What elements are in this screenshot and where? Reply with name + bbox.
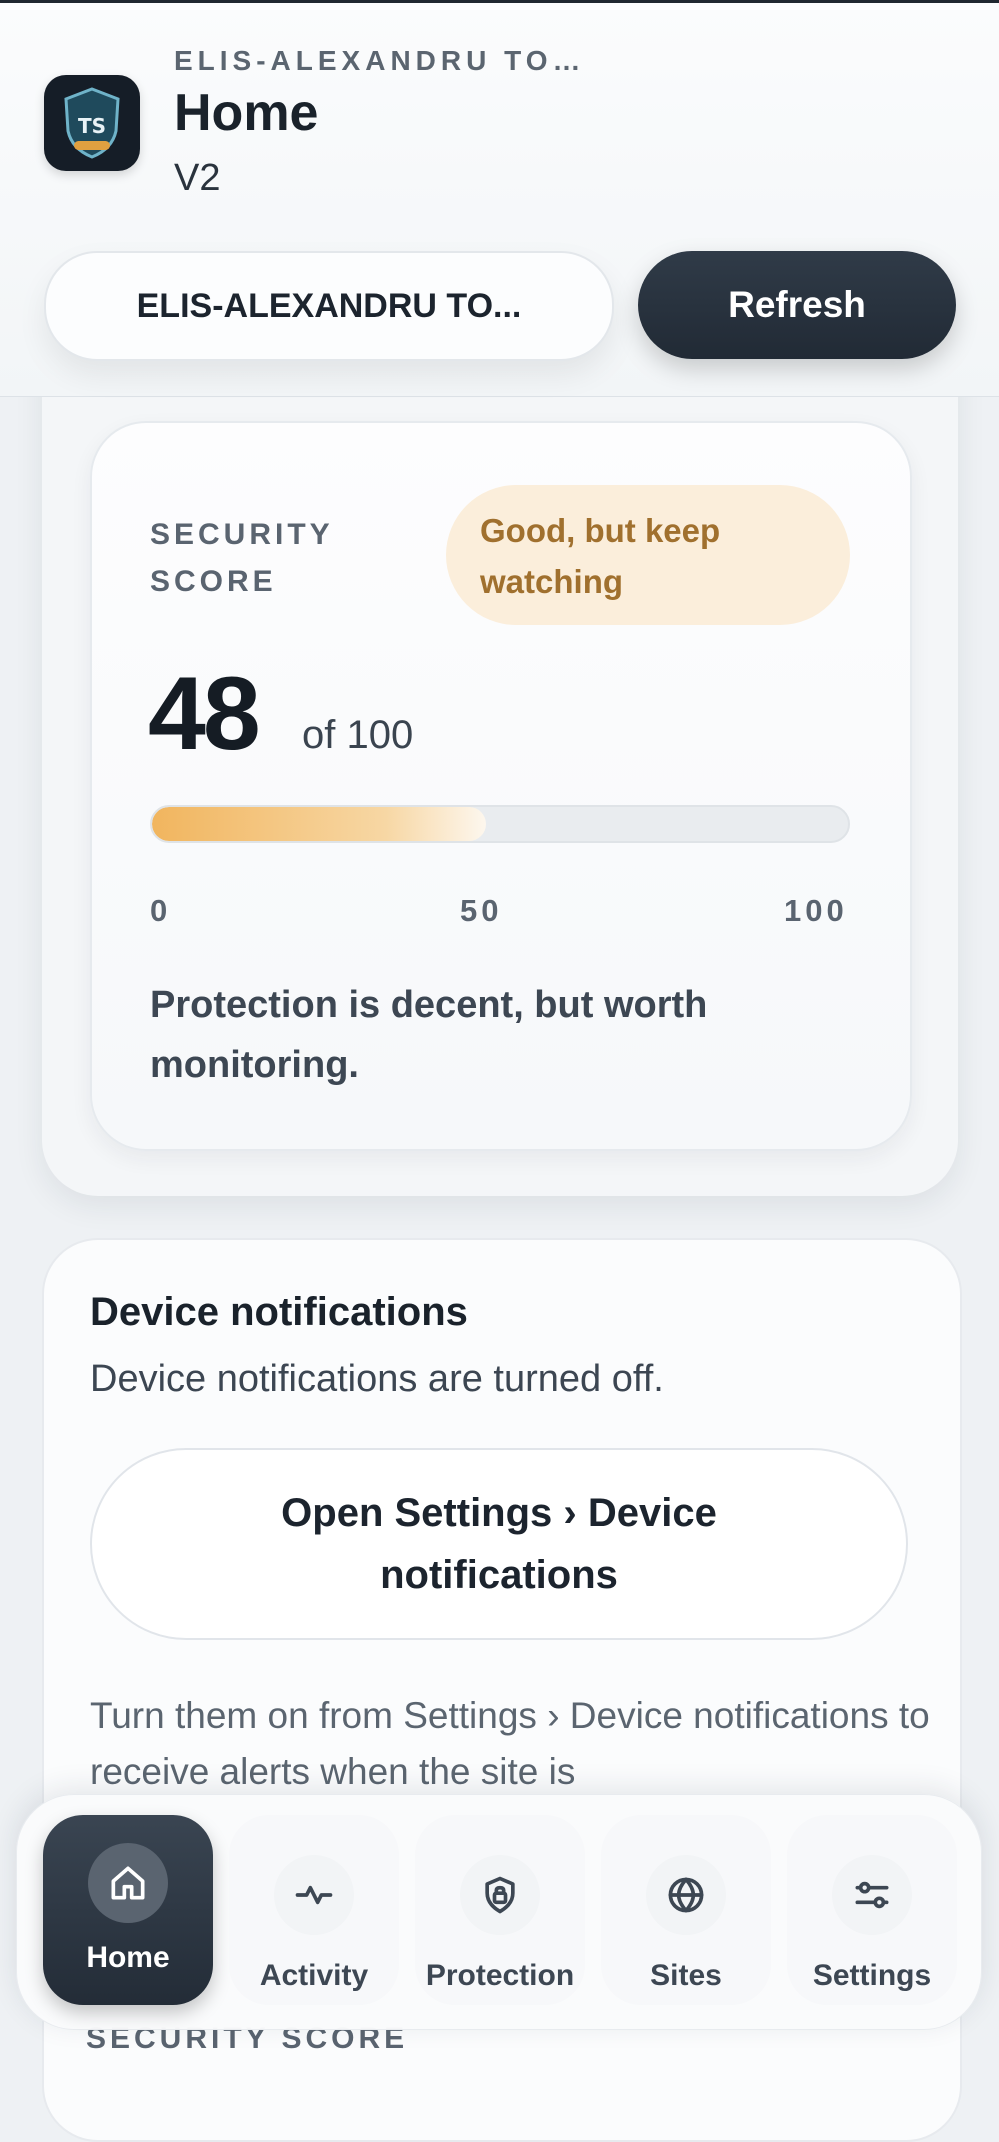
nav-item-activity[interactable]: Activity xyxy=(229,1815,399,2005)
account-name: ELIS-ALEXANDRU TO… xyxy=(174,45,586,76)
bottom-navigation: Home Activity Protection Sites Settings xyxy=(16,1794,982,2030)
version-label: V2 xyxy=(174,157,221,199)
score-max: of 100 xyxy=(302,713,414,757)
status-badge: Good, but keep watching xyxy=(446,485,850,625)
score-progress-bar xyxy=(150,805,850,843)
open-notification-settings-button[interactable]: Open Settings › Device notifications xyxy=(90,1448,908,1640)
page-title: Home xyxy=(174,84,319,142)
notifications-title: Device notifications xyxy=(90,1290,468,1334)
nav-item-sites[interactable]: Sites xyxy=(601,1815,771,2005)
nav-label-settings: Settings xyxy=(812,1959,932,1992)
notifications-status: Device notifications are turned off. xyxy=(90,1358,664,1400)
score-progress-fill xyxy=(152,807,487,841)
nav-label-home: Home xyxy=(86,1941,170,1974)
security-score-card: SECURITY SCORE Good, but keep watching 4… xyxy=(90,421,912,1151)
sliders-icon xyxy=(832,1855,912,1935)
progress-tick-max: 100 xyxy=(784,893,848,928)
score-label: SECURITY SCORE xyxy=(150,518,334,598)
globe-icon xyxy=(646,1855,726,1935)
score-description: Protection is decent, but worth monitori… xyxy=(150,984,708,1086)
nav-label-protection: Protection xyxy=(425,1959,575,1992)
nav-item-home[interactable]: Home xyxy=(43,1815,213,2005)
progress-tick-mid: 50 xyxy=(460,893,503,928)
activity-icon xyxy=(274,1855,354,1935)
shield-logo-icon: TS xyxy=(64,87,120,159)
notifications-hint: Turn them on from Settings › Device noti… xyxy=(90,1695,930,1792)
nav-item-protection[interactable]: Protection xyxy=(415,1815,585,2005)
svg-text:TS: TS xyxy=(78,114,106,138)
score-value: 48 xyxy=(148,656,261,772)
profile-selector-button[interactable]: ELIS-ALEXANDRU TO... xyxy=(44,251,614,361)
refresh-button[interactable]: Refresh xyxy=(638,251,956,359)
nav-label-sites: Sites xyxy=(650,1959,722,1992)
nav-item-settings[interactable]: Settings xyxy=(787,1815,957,2005)
nav-label-activity: Activity xyxy=(259,1959,369,1992)
shield-lock-icon xyxy=(460,1855,540,1935)
home-icon xyxy=(88,1843,168,1923)
progress-tick-min: 0 xyxy=(150,893,172,928)
app-logo: TS xyxy=(44,75,140,171)
app-header: TS ELIS-ALEXANDRU TO… Home V2 ELIS-ALEXA… xyxy=(0,3,999,397)
